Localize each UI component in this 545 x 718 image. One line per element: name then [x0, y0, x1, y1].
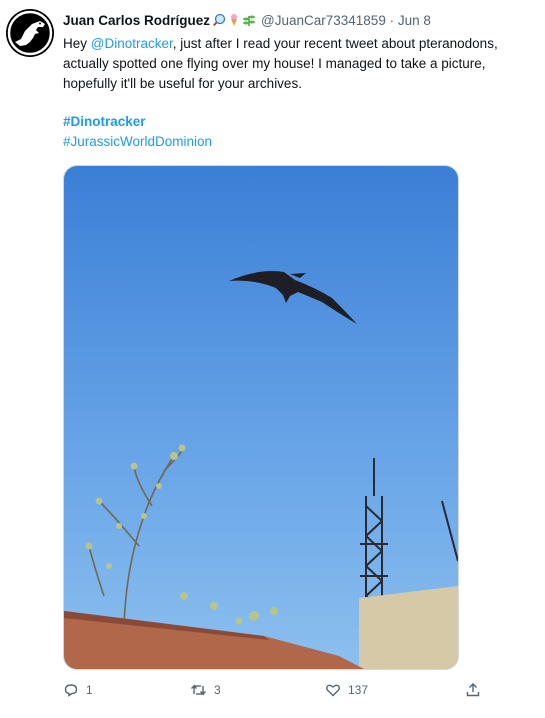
plant-emoji-icon — [243, 15, 256, 26]
tweet-actions: 1 3 137 — [63, 680, 483, 704]
retweet-button[interactable]: 3 — [190, 680, 221, 700]
pteranodon-photo — [64, 166, 458, 669]
building-wall — [359, 586, 458, 669]
mention-link[interactable]: @Dinotracker — [91, 36, 173, 51]
tweet-text-start: Hey — [63, 36, 91, 51]
author-name[interactable]: Juan Carlos Rodríguez — [63, 13, 210, 28]
avatar[interactable] — [6, 9, 54, 57]
tweet-text: Hey @Dinotracker, just after I read your… — [63, 34, 541, 94]
reply-icon — [64, 684, 78, 697]
reply-count: 1 — [86, 683, 93, 697]
heart-icon — [326, 684, 340, 697]
ice-cream-emoji-icon — [231, 14, 238, 26]
tweet-date[interactable]: Jun 8 — [398, 13, 431, 28]
hashtag-dinotracker[interactable]: #Dinotracker — [63, 112, 212, 132]
name-badges — [213, 13, 257, 32]
meta-separator: · — [389, 13, 395, 28]
dinosaur-logo-icon — [7, 10, 53, 56]
tweet-photo[interactable] — [63, 165, 459, 670]
hashtag-list: #Dinotracker #JurassicWorldDominion — [63, 112, 212, 152]
like-button[interactable]: 137 — [325, 680, 368, 700]
reply-button[interactable]: 1 — [63, 680, 93, 700]
retweet-icon — [191, 684, 206, 696]
hashtag-jurassicworlddominion[interactable]: #JurassicWorldDominion — [63, 132, 212, 152]
retweet-count: 3 — [214, 683, 221, 697]
tweet-header: Juan Carlos Rodríguez @JuanCar73341859 ·… — [63, 12, 539, 32]
author-handle[interactable]: @JuanCar73341859 — [261, 13, 386, 28]
magnifier-emoji-icon — [213, 13, 226, 27]
like-count: 137 — [348, 683, 369, 697]
share-button[interactable] — [465, 680, 481, 700]
share-icon — [466, 683, 480, 697]
